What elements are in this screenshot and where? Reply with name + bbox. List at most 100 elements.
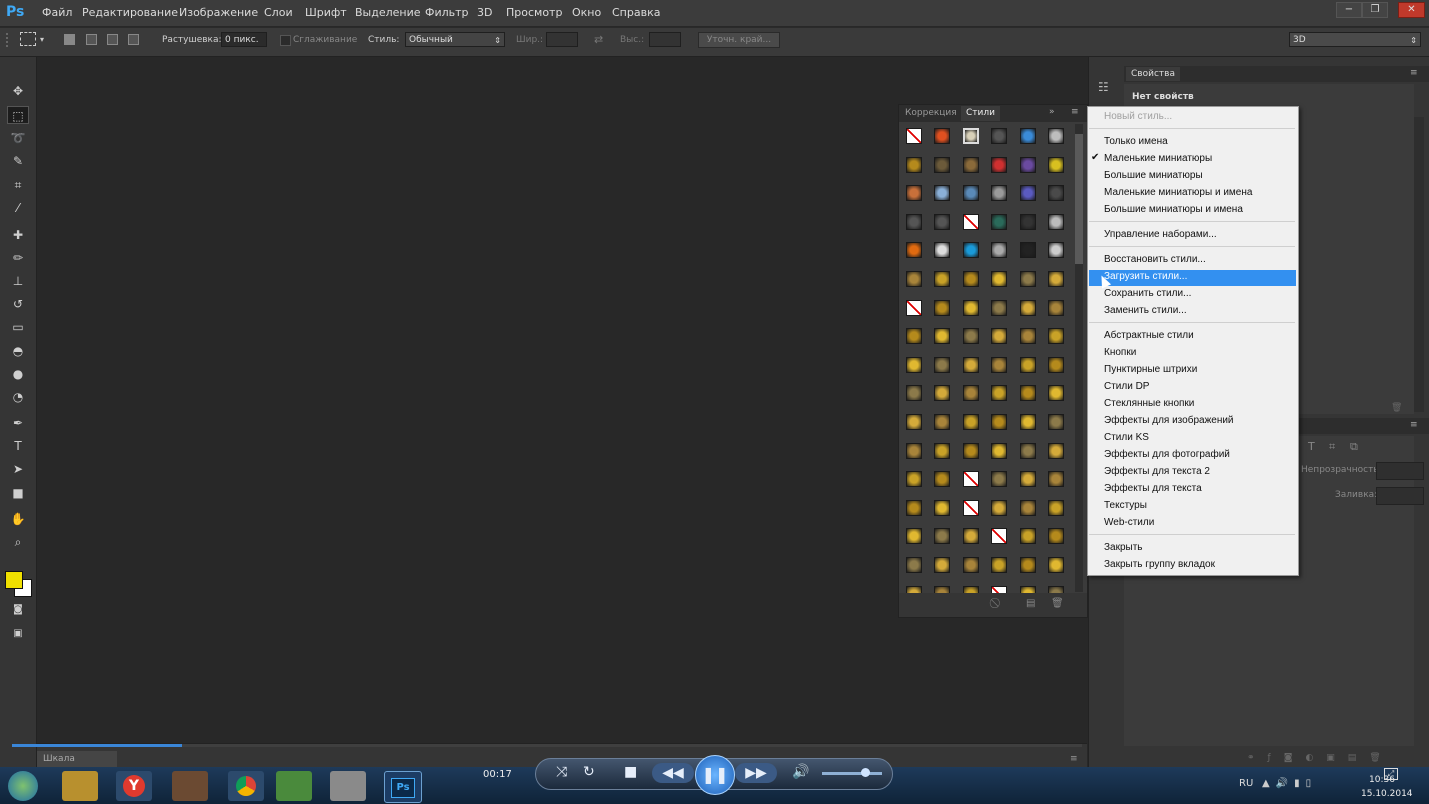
path-selection-tool-icon[interactable]: ➤ [7,460,29,478]
pause-icon[interactable]: ❚❚ [695,755,735,795]
tab-styles[interactable]: Стили [961,106,1000,121]
pen-tool-icon[interactable]: ✒ [7,414,29,432]
style-swatch[interactable] [1048,357,1064,373]
quick-mask-icon[interactable]: ◙ [7,601,29,619]
new-style-icon[interactable]: ▤ [1026,598,1035,609]
menu-text-only[interactable]: Только имена [1104,136,1168,147]
style-swatch[interactable] [934,300,950,316]
style-swatch[interactable] [1048,185,1064,201]
style-swatch[interactable] [934,242,950,258]
style-swatch[interactable] [963,128,979,144]
subtract-selection-icon[interactable] [107,34,118,45]
style-swatch[interactable] [934,214,950,230]
menu-library-dotted-strokes[interactable]: Пунктирные штрихи [1104,364,1197,375]
menu-close-tab-group[interactable]: Закрыть группу вкладок [1104,559,1215,570]
brush-tool-icon[interactable]: ✏ [7,249,29,267]
style-swatch[interactable] [1048,328,1064,344]
menu-library-web[interactable]: Web-стили [1104,517,1154,528]
style-swatch[interactable] [1020,242,1036,258]
dodge-tool-icon[interactable]: ◔ [7,388,29,406]
type-filter-icon[interactable]: T [1308,440,1315,453]
minimize-button[interactable]: − [1336,2,1362,18]
repeat-icon[interactable]: ↻ [583,764,595,780]
layer-action-icons[interactable]: ⚭ƒ◙◐▣▤🗑 [1247,753,1394,763]
move-tool-icon[interactable]: ✥ [7,82,29,100]
menu-library-ks[interactable]: Стили KS [1104,432,1149,443]
menu-library-text-effects-2[interactable]: Эффекты для текста 2 [1104,466,1210,477]
style-swatch[interactable] [1048,157,1064,173]
style-swatch[interactable] [1020,128,1036,144]
menu-help[interactable]: Справка [612,6,660,19]
menu-replace-styles[interactable]: Заменить стили... [1104,305,1187,316]
marquee-tool-icon[interactable]: ⬚ [7,106,29,124]
eyedropper-tool-icon[interactable]: ⁄ [7,199,29,217]
style-swatch[interactable] [934,443,950,459]
style-swatch[interactable] [991,185,1007,201]
smart-object-filter-icon[interactable]: ⧉ [1350,440,1358,454]
camtasia-player-taskbar-icon[interactable] [330,771,366,801]
style-swatch[interactable] [934,357,950,373]
trash-icon[interactable]: 🗑 [1051,598,1064,609]
workspace-select[interactable]: 3D ⇕ [1289,32,1421,47]
camtasia-taskbar-icon[interactable] [276,771,312,801]
history-panel-icon[interactable]: ☷ [1098,80,1109,94]
volume-icon[interactable]: 🔊 [792,764,809,780]
hand-tool-icon[interactable]: ✋ [7,510,29,528]
style-swatch[interactable] [1020,385,1036,401]
style-swatch[interactable] [1020,414,1036,430]
fill-input[interactable] [1376,487,1424,505]
style-swatch[interactable] [963,471,979,487]
panel-menu-icon[interactable]: ≡ [1410,68,1418,78]
menu-large-thumbnail[interactable]: Большие миниатюры [1104,170,1203,181]
style-swatch[interactable] [1020,328,1036,344]
style-swatch[interactable] [991,443,1007,459]
style-swatch[interactable] [963,185,979,201]
antialias-checkbox[interactable] [280,35,291,46]
style-swatch[interactable] [1020,185,1036,201]
shuffle-icon[interactable]: ⤨ [556,764,567,780]
style-swatch[interactable] [934,414,950,430]
crop-tool-icon[interactable]: ⌗ [7,176,29,194]
style-swatch[interactable] [991,328,1007,344]
clock-date[interactable]: 15.10.2014 [1361,789,1413,799]
stop-icon[interactable]: ■ [624,764,637,780]
style-swatch[interactable] [991,214,1007,230]
style-swatch[interactable] [1048,300,1064,316]
panel-menu-icon[interactable]: ≡ [1070,754,1078,764]
style-swatch[interactable] [963,214,979,230]
volume-slider[interactable] [822,772,882,775]
style-swatch[interactable] [991,414,1007,430]
type-tool-icon[interactable]: T [7,437,29,455]
zoom-tool-icon[interactable]: ⌕ [7,533,29,551]
style-swatch[interactable] [1048,128,1064,144]
style-swatch[interactable] [963,271,979,287]
style-swatch[interactable] [963,385,979,401]
style-swatch[interactable] [1048,557,1064,573]
rewind-icon[interactable]: ◀◀ [652,763,694,783]
style-swatch[interactable] [991,242,1007,258]
style-swatch[interactable] [991,500,1007,516]
style-swatch[interactable] [906,385,922,401]
style-swatch[interactable] [963,300,979,316]
swap-icon[interactable]: ⇄ [594,33,603,46]
style-swatch[interactable] [934,328,950,344]
menu-edit[interactable]: Редактирование [82,6,178,19]
style-swatch[interactable] [934,128,950,144]
style-swatch[interactable] [1048,500,1064,516]
eraser-tool-icon[interactable]: ▭ [7,318,29,336]
healing-brush-tool-icon[interactable]: ✚ [7,226,29,244]
style-swatch[interactable] [1048,385,1064,401]
menu-library-image-effects[interactable]: Эффекты для изображений [1104,415,1234,426]
menu-library-glass-buttons[interactable]: Стеклянные кнопки [1104,398,1194,409]
menu-window[interactable]: Окно [572,6,601,19]
style-swatch[interactable] [906,528,922,544]
style-swatch[interactable] [934,471,950,487]
style-swatch[interactable] [991,385,1007,401]
style-swatch[interactable] [934,157,950,173]
screen-mode-icon[interactable]: ▣ [7,625,29,643]
quick-selection-tool-icon[interactable]: ✎ [7,152,29,170]
style-swatch[interactable] [1048,271,1064,287]
style-swatch[interactable] [1048,242,1064,258]
style-swatch[interactable] [963,328,979,344]
style-swatch[interactable] [991,528,1007,544]
